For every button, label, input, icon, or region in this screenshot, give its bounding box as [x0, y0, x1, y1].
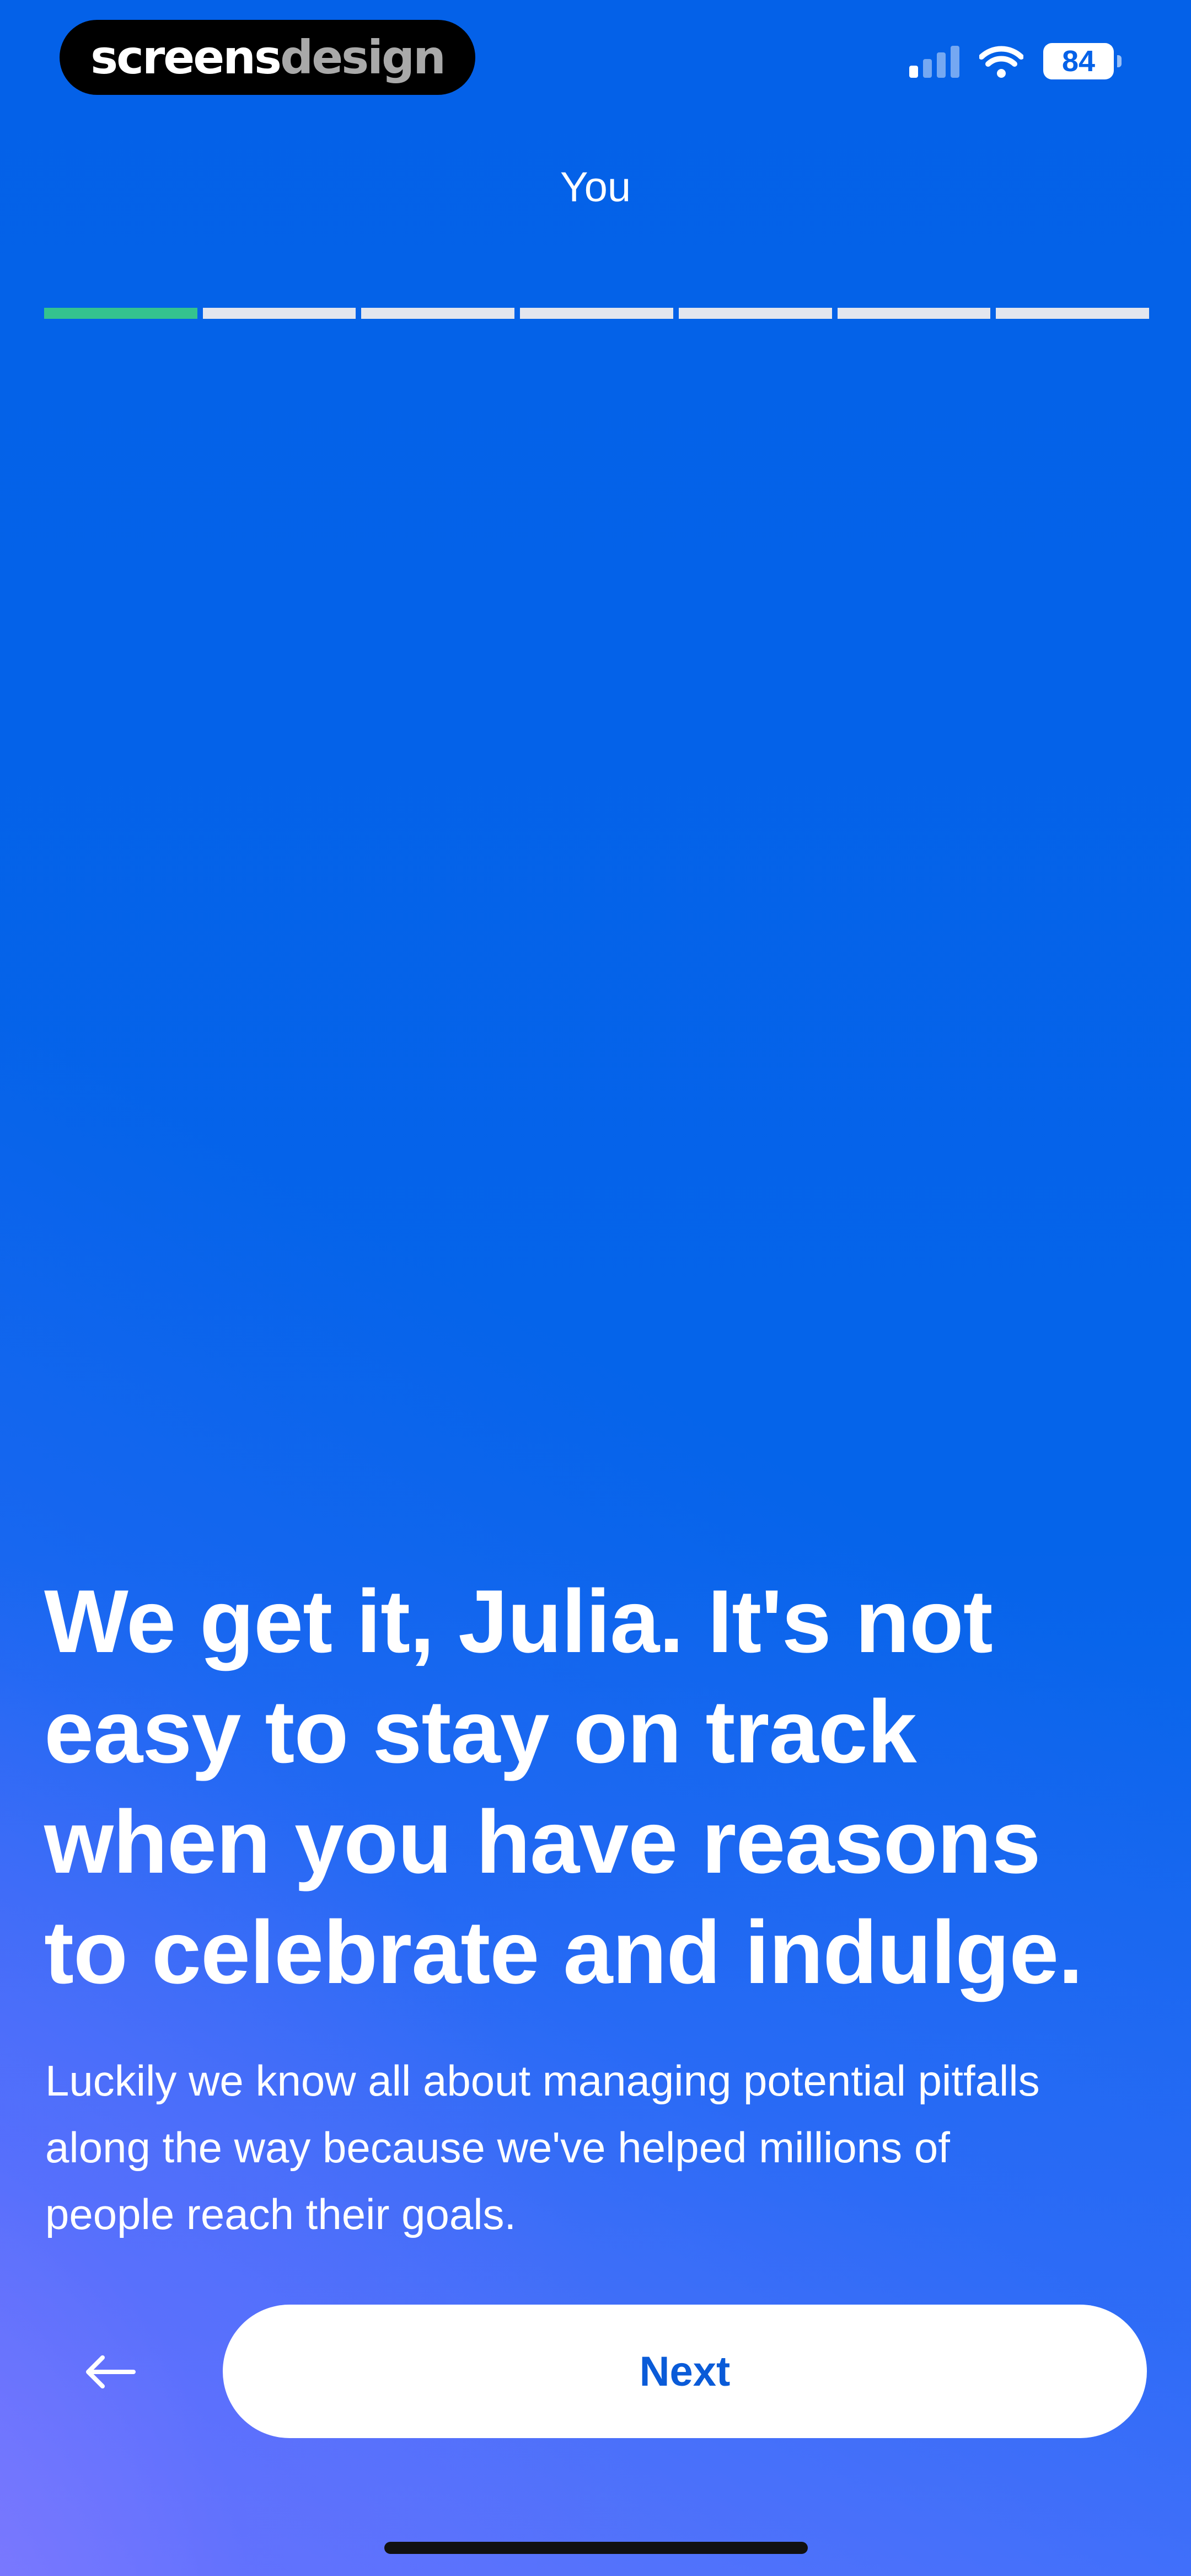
onboarding-progress-bar: [44, 308, 1150, 319]
headline-line: when you have reasons: [44, 1792, 1041, 1892]
headline-line: to celebrate and indulge.: [44, 1902, 1083, 2002]
progress-segment-complete: [44, 308, 197, 319]
progress-segment: [361, 308, 515, 319]
headline: We get it, Julia. It's not easy to stay …: [44, 1567, 1169, 2008]
progress-segment: [996, 308, 1150, 319]
status-bar: 84: [909, 43, 1122, 79]
wifi-icon: [979, 46, 1023, 78]
back-button[interactable]: [72, 2339, 149, 2405]
battery-level: 84: [1061, 45, 1096, 78]
body-text: Luckily we know all about managing poten…: [45, 2048, 1137, 2248]
progress-segment: [520, 308, 673, 319]
cellular-signal-icon: [909, 45, 959, 78]
headline-line: easy to stay on track: [44, 1682, 917, 1782]
next-button-label: Next: [639, 2348, 731, 2395]
progress-segment: [678, 308, 832, 319]
next-button[interactable]: Next: [223, 2305, 1147, 2438]
watermark-text-secondary: design: [280, 30, 446, 84]
body-text-line: people reach their goals.: [45, 2190, 517, 2238]
watermark-logo: screens design: [60, 20, 475, 95]
progress-segment: [837, 308, 991, 319]
body-text-line: Luckily we know all about managing poten…: [45, 2056, 1040, 2105]
arrow-left-icon: [86, 2355, 136, 2388]
home-indicator: [384, 2542, 808, 2554]
body-text-line: along the way because we've helped milli…: [45, 2123, 950, 2172]
progress-segment: [202, 308, 356, 319]
watermark-text-primary: screens: [90, 30, 282, 84]
battery-indicator: 84: [1043, 43, 1122, 79]
headline-line: We get it, Julia. It's not: [44, 1572, 993, 1671]
page-title: You: [560, 164, 631, 211]
